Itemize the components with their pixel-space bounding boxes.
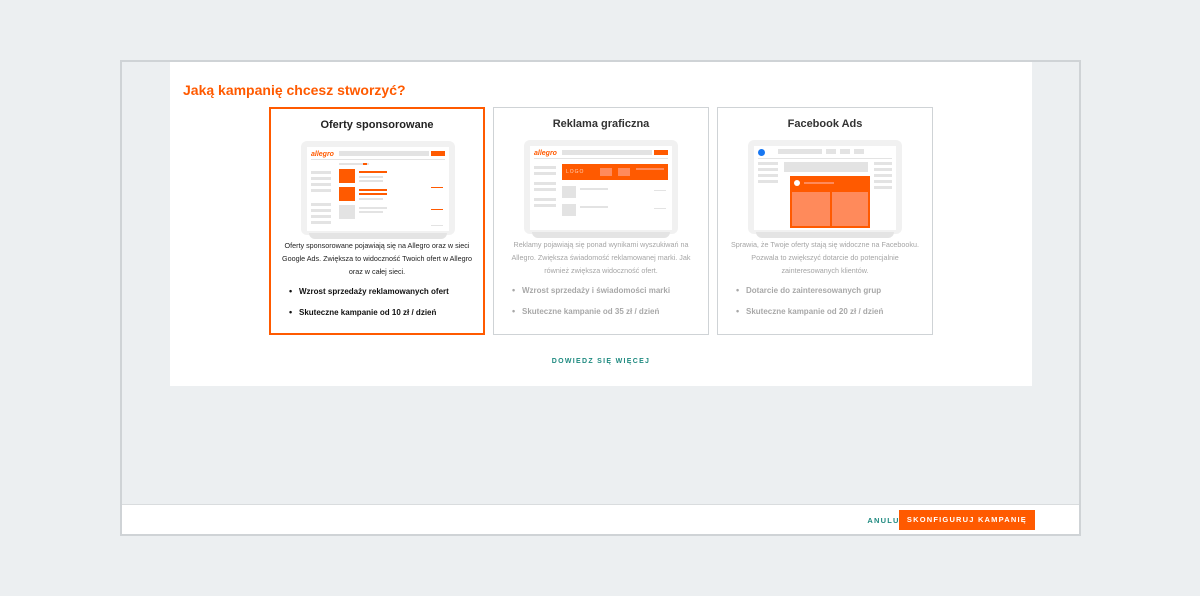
card-display-ads[interactable]: Reklama graficzna allegro LOGO Reklamy p… — [493, 107, 709, 335]
banner-logo: LOGO — [566, 169, 585, 175]
configure-campaign-button[interactable]: SKONFIGURUJ KAMPANIĘ — [898, 510, 1035, 530]
facebook-icon — [758, 149, 765, 156]
campaign-dialog: Jaką kampanię chcesz stworzyć? Oferty sp… — [120, 60, 1081, 536]
facebook-ads-illustration — [748, 140, 902, 238]
page-title: Jaką kampanię chcesz stworzyć? — [183, 82, 406, 98]
allegro-logo: allegro — [534, 150, 557, 157]
learn-more-link[interactable]: DOWIEDZ SIĘ WIĘCEJ — [170, 358, 1032, 365]
card-description: Sprawia, że Twoje oferty stają się widoc… — [730, 240, 920, 275]
sponsored-offers-illustration: allegro — [301, 141, 455, 239]
benefit-item: Skuteczne kampanie od 35 zł / dzień — [512, 306, 670, 316]
campaign-panel: Jaką kampanię chcesz stworzyć? Oferty sp… — [170, 62, 1032, 386]
card-benefits: Wzrost sprzedaży reklamowanych ofert Sku… — [289, 286, 449, 329]
card-description: Reklamy pojawiają się ponad wynikami wys… — [511, 240, 691, 275]
benefit-item: Skuteczne kampanie od 10 zł / dzień — [289, 307, 449, 317]
card-benefits: Wzrost sprzedaży i świadomości marki Sku… — [512, 285, 670, 328]
benefit-item: Dotarcie do zainteresowanych grup — [736, 285, 883, 295]
card-sponsored-offers[interactable]: Oferty sponsorowane allegro Oferty spons… — [269, 107, 485, 335]
card-title: Facebook Ads — [787, 118, 863, 130]
card-title: Reklama graficzna — [552, 118, 650, 130]
card-title: Oferty sponsorowane — [320, 119, 434, 131]
benefit-item: Wzrost sprzedaży i świadomości marki — [512, 285, 670, 295]
display-ads-illustration: allegro LOGO — [524, 140, 678, 238]
card-description: Oferty sponsorowane pojawiają się na All… — [281, 241, 473, 276]
benefit-item: Wzrost sprzedaży reklamowanych ofert — [289, 286, 449, 296]
card-benefits: Dotarcie do zainteresowanych grup Skutec… — [736, 285, 883, 328]
card-facebook-ads[interactable]: Facebook Ads Sprawia, że Twoje oferty st… — [717, 107, 933, 335]
allegro-logo: allegro — [311, 151, 334, 158]
benefit-item: Skuteczne kampanie od 20 zł / dzień — [736, 306, 883, 316]
dialog-footer: ANULUJ SKONFIGURUJ KAMPANIĘ — [122, 504, 1079, 534]
